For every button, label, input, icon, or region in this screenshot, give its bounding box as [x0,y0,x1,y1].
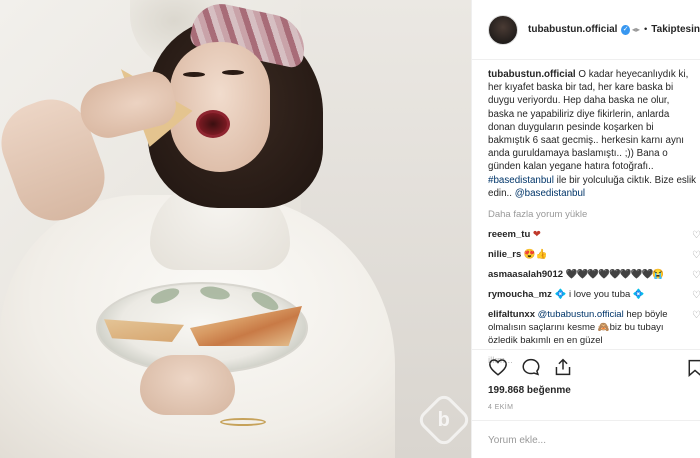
photo-hand-holding-plate [140,355,235,415]
share-icon[interactable] [553,358,573,379]
photo-eye-right [222,70,244,75]
photo-mouth [196,110,230,138]
comment-username[interactable]: asmaasalah9012 [488,269,563,280]
bookmark-icon[interactable] [687,359,700,380]
post-caption: tubabustun.official O kadar heyecanlıydı… [488,68,698,200]
avatar[interactable] [488,14,518,45]
caption-hashtag[interactable]: #basedistanbul [488,175,554,186]
comment-item: elifaltunxx @tubabustun.official hep böy… [488,308,700,347]
comment-like-heart-icon[interactable]: ♡ [692,249,700,261]
photo-bracelet [220,418,266,426]
like-heart-icon[interactable] [488,358,508,379]
photo-eye-left [183,72,205,77]
post-actions-bar [472,349,700,389]
caption-mention[interactable]: @basedistanbul [515,188,585,199]
header-username[interactable]: tubabustun.official [528,24,617,35]
comment-bubble-icon[interactable] [521,358,541,379]
comment-like-heart-icon[interactable]: ♡ [692,289,700,301]
load-more-comments-link[interactable]: Daha fazla yorum yükle [488,209,587,220]
comment-username[interactable]: reeem_tu [488,229,530,240]
comment-like-heart-icon[interactable]: ♡ [692,309,700,322]
comment-mention[interactable]: @tubabustun.official [538,309,624,320]
comment-like-heart-icon[interactable]: ♡ [692,269,700,281]
comment-item: asmaasalah9012 🖤🖤🖤🖤🖤🖤🖤🖤😭 ♡ [488,268,700,281]
comment-item: reeem_tu ❤ ♡ [488,228,700,241]
switch-arrows-icon: ◂▸ [631,25,640,34]
comment-text: ❤ [532,229,541,240]
comment-like-heart-icon[interactable]: ♡ [692,229,700,241]
following-button[interactable]: Takiptesin [651,24,700,35]
comment-username[interactable]: nilie_rs [488,249,521,260]
comment-username[interactable]: elifaltunxx [488,309,535,320]
header-separator: • [643,24,648,35]
caption-text: O kadar heyecanlıydık ki, her kıyafet ba… [488,69,689,173]
post-side-panel: tubabustun.official ✓ ◂▸ • Takiptesin tu… [471,0,700,458]
caption-username[interactable]: tubabustun.official [488,69,576,80]
comment-item: nilie_rs 😍👍 ♡ [488,248,700,261]
post-photo[interactable]: b [0,0,471,458]
comment-username[interactable]: rymoucha_mz [488,289,552,300]
comment-item: rymoucha_mz 💠 i love you tuba 💠 ♡ [488,288,700,301]
comment-text: 😍👍 [523,249,548,260]
add-comment-input[interactable] [488,435,668,446]
likes-count[interactable]: 199.868 beğenme [488,385,571,396]
comment-text: 💠 i love you tuba 💠 [554,289,645,300]
post-date[interactable]: 4 EKİM [488,404,513,411]
post-header: tubabustun.official ✓ ◂▸ • Takiptesin [472,0,700,60]
comment-text: 🖤🖤🖤🖤🖤🖤🖤🖤😭 [565,269,664,280]
add-comment-area [472,420,700,458]
verified-badge-icon: ✓ [621,24,630,35]
